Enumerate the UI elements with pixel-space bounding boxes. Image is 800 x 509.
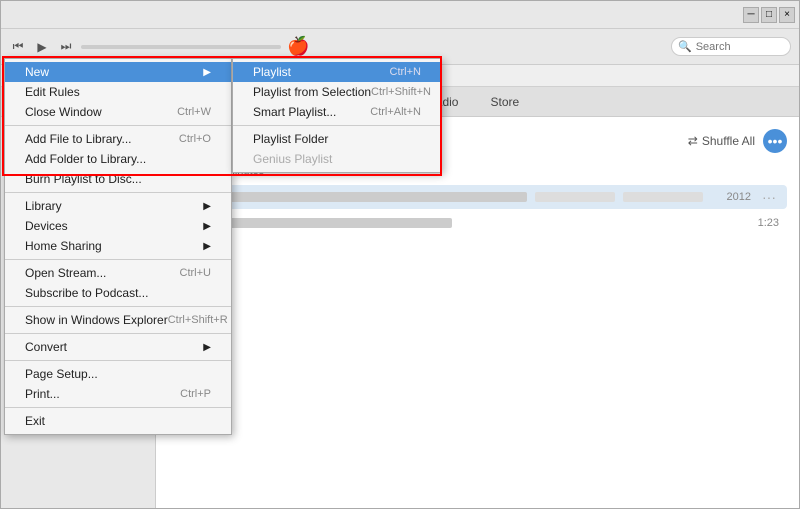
content-area: ⇄ Shuffle All ••• 2 songs • 6 minutes 20… (156, 117, 799, 508)
minimize-button[interactable]: ─ (743, 7, 759, 23)
song-more-button[interactable]: ··· (759, 189, 779, 205)
sidebar-header-library: Library (1, 125, 155, 142)
playlist-icon-3: ♫ (13, 322, 22, 336)
shuffle-label: Shuffle All (702, 134, 755, 148)
rewind-button[interactable]: ⏮ (9, 38, 27, 56)
tab-tvshows[interactable]: TV Shows (150, 91, 233, 113)
title-bar: ─ □ × (1, 1, 799, 29)
song-title-2 (176, 218, 452, 228)
playlist-icon-2: ♫ (13, 302, 22, 316)
search-box[interactable]: 🔍 (671, 37, 791, 56)
search-icon: 🔍 (678, 40, 692, 53)
close-button[interactable]: × (779, 7, 795, 23)
songs-count: 2 songs • 6 minutes (168, 165, 787, 177)
progress-bar[interactable] (81, 45, 281, 49)
shuffle-button[interactable]: ⇄ Shuffle All (688, 134, 755, 148)
audiobook-icon: 📖 (13, 225, 28, 239)
sidebar-item-audiobooks[interactable]: 📖 Audiobooks (1, 222, 155, 242)
playlist-icon: ♫ (13, 282, 22, 296)
sidebar-item-music[interactable]: ♪ Music (1, 142, 155, 162)
sidebar-item-playlist1[interactable]: ♫ Playlist 1 (1, 279, 155, 299)
song-year: 2012 (711, 191, 751, 203)
menu-account[interactable]: Account (234, 65, 293, 87)
content-header: ⇄ Shuffle All ••• (168, 129, 787, 153)
menu-view[interactable]: View (127, 65, 169, 87)
search-input[interactable] (696, 41, 786, 53)
sidebar-item-playlist5[interactable]: ♫ Playlist 5 (1, 359, 155, 379)
menu-help[interactable]: Help (295, 65, 336, 87)
podcast-icon: 📻 (13, 205, 28, 219)
sidebar: Library ♪ Music ▶ Movies 📺 TV Shows 📻 Po… (1, 117, 156, 508)
main-area: Library ♪ Music ▶ Movies 📺 TV Shows 📻 Po… (1, 117, 799, 508)
song-album (623, 192, 703, 202)
song-row[interactable]: 1:23 (168, 213, 787, 233)
nav-tabs: Music Movies TV Shows Podcasts Audiobook… (1, 87, 799, 117)
tab-music[interactable]: Music (17, 91, 76, 113)
sidebar-header-playlists: Playlists (1, 262, 155, 279)
song-row[interactable]: 2012 ··· (168, 185, 787, 209)
menu-file[interactable]: File (5, 65, 40, 87)
itunesu-icon: 🎓 (13, 245, 28, 259)
toolbar: ⏮ ▶ ⏭ 🍎 🔍 (1, 29, 799, 65)
menu-bar: File Edit Song View Controls Account Hel… (1, 65, 799, 87)
playlist-icon-5: ♫ (13, 362, 22, 376)
sidebar-item-podcasts[interactable]: 📻 Podcasts (1, 202, 155, 222)
apple-logo: 🍎 (287, 36, 309, 57)
song-artist (535, 192, 615, 202)
tab-movies[interactable]: Movies (80, 91, 146, 113)
shuffle-icon: ⇄ (688, 134, 698, 148)
tab-store[interactable]: Store (476, 91, 533, 113)
tab-audiobooks[interactable]: Audiobooks (318, 91, 409, 113)
itunes-window: ─ □ × ⏮ ▶ ⏭ 🍎 🔍 File Edit Song View Cont… (0, 0, 800, 509)
tab-podcasts[interactable]: Podcasts (237, 91, 314, 113)
tv-icon: 📺 (13, 185, 28, 199)
sidebar-item-playlist2[interactable]: ♫ Playlist 2 (1, 299, 155, 319)
forward-button[interactable]: ⏭ (57, 38, 75, 56)
menu-edit[interactable]: Edit (42, 65, 79, 87)
menu-controls[interactable]: Controls (171, 65, 232, 87)
movies-icon: ▶ (13, 165, 22, 179)
window-controls: ─ □ × (743, 7, 795, 23)
play-button[interactable]: ▶ (33, 38, 51, 56)
menu-song[interactable]: Song (81, 65, 125, 87)
song-title (176, 192, 527, 202)
sidebar-item-movies[interactable]: ▶ Movies (1, 162, 155, 182)
more-options-button[interactable]: ••• (763, 129, 787, 153)
tab-radio[interactable]: Radio (413, 91, 472, 113)
sidebar-item-itunesu[interactable]: 🎓 iTunes U (1, 242, 155, 262)
sidebar-item-playlist4[interactable]: ♫ Playlist 4 (1, 339, 155, 359)
sidebar-item-tvshows[interactable]: 📺 TV Shows (1, 182, 155, 202)
song-duration-2: 1:23 (744, 217, 779, 229)
maximize-button[interactable]: □ (761, 7, 777, 23)
music-icon: ♪ (13, 145, 19, 159)
sidebar-item-playlist3[interactable]: ♫ Playlist 3 (1, 319, 155, 339)
playlist-icon-4: ♫ (13, 342, 22, 356)
